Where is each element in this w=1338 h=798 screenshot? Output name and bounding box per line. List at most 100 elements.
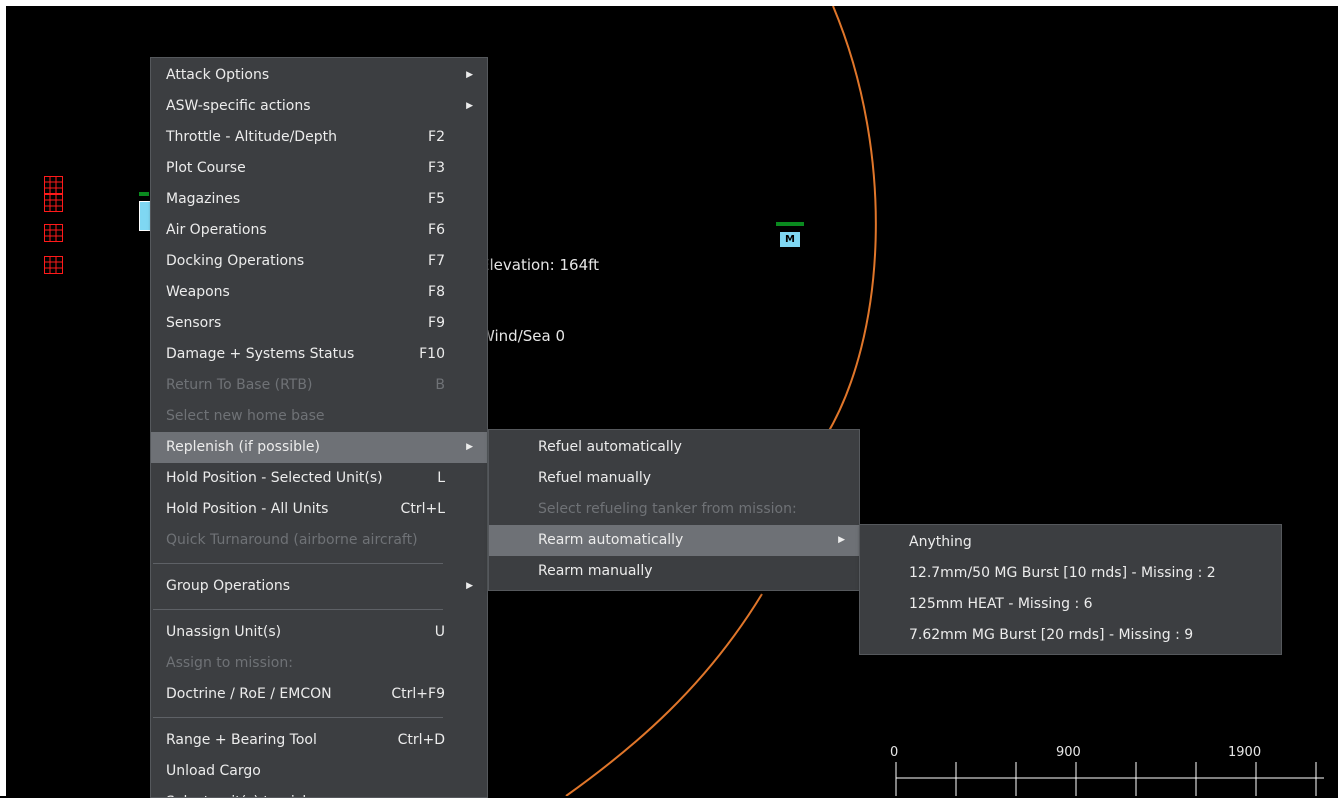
menu-item-asw-specific-actions[interactable]: ASW-specific actions ▶ (151, 91, 487, 122)
menu-item-label: 125mm HEAT - Missing : 6 (909, 596, 1093, 612)
red-facility-icon[interactable] (44, 256, 63, 274)
menu-item-shortcut: F6 (428, 222, 445, 238)
menu-item-refuel-manually[interactable]: Refuel manually (489, 463, 859, 494)
menu-item-shortcut: U (434, 624, 445, 640)
menu-item-label: Attack Options (166, 67, 270, 83)
menu-item-doctrine-roe-emcon[interactable]: Doctrine / RoE / EMCON Ctrl+F9 (151, 679, 487, 710)
rearm-submenu: Anything 12.7mm/50 MG Burst [10 rnds] - M… (859, 524, 1282, 655)
menu-item-quick-turnaround-airborne-aircraft: Quick Turnaround (airborne aircraft) (151, 525, 487, 556)
menu-item-shortcut: F7 (428, 253, 445, 269)
menu-item-group-operations[interactable]: Group Operations ▶ (151, 571, 487, 602)
menu-item-shortcut: F9 (428, 315, 445, 331)
red-facility-icon[interactable] (44, 194, 63, 212)
unit-marker[interactable]: M (773, 222, 807, 247)
menu-item-label: 12.7mm/50 MG Burst [10 rnds] - Missing :… (909, 565, 1216, 581)
menu-item-sensors[interactable]: Sensors F9 (151, 308, 487, 339)
submenu-arrow-icon: ▶ (466, 101, 473, 111)
menu-item-label: Return To Base (RTB) (166, 377, 313, 393)
submenu-arrow-icon: ▶ (838, 535, 845, 545)
unit-marker-label: M (780, 232, 800, 247)
distance-scale-bar: 0 900 1900 (890, 745, 1324, 796)
menu-item-label: Anything (909, 534, 972, 550)
menu-item-label: Air Operations (166, 222, 267, 238)
menu-item-label: Assign to mission: (166, 655, 293, 671)
elevation-label: Elevation: 164ft (480, 256, 600, 274)
menu-item-label: Quick Turnaround (airborne aircraft) (166, 532, 418, 548)
menu-item-select-refueling-tanker-from-mission: Select refueling tanker from mission: (489, 494, 859, 525)
menu-item-shortcut: F10 (419, 346, 445, 362)
menu-separator (153, 563, 443, 564)
menu-item-shortcut: L (437, 470, 445, 486)
scale-label-1900: 1900 (1228, 745, 1261, 760)
menu-item-magazines[interactable]: Magazines F5 (151, 184, 487, 215)
menu-item-label: Hold Position - Selected Unit(s) (166, 470, 383, 486)
menu-item-label: Hold Position - All Units (166, 501, 329, 517)
menu-item-replenish-if-possible[interactable]: Replenish (if possible) ▶ (151, 432, 487, 463)
wind-sea-label: Wind/Sea 0 (480, 327, 566, 345)
menu-item-label: Rearm manually (538, 563, 653, 579)
menu-item-shortcut: F3 (428, 160, 445, 176)
selected-unit-status-bar (139, 192, 149, 196)
menu-item-12-7mm-50-mg-burst-10-rnds-missing-2[interactable]: 12.7mm/50 MG Burst [10 rnds] - Missing :… (860, 558, 1281, 589)
menu-item-assign-to-mission: Assign to mission: (151, 648, 487, 679)
menu-item-125mm-heat-missing-6[interactable]: 125mm HEAT - Missing : 6 (860, 589, 1281, 620)
red-facility-icon[interactable] (44, 224, 63, 242)
menu-item-label: Refuel automatically (538, 439, 682, 455)
menu-item-7-62mm-mg-burst-20-rnds-missing-9[interactable]: 7.62mm MG Burst [20 rnds] - Missing : 9 (860, 620, 1281, 651)
menu-item-label: Range + Bearing Tool (166, 732, 317, 748)
menu-item-hold-position-selected-unit-s[interactable]: Hold Position - Selected Unit(s) L (151, 463, 487, 494)
menu-item-label: Group Operations (166, 578, 291, 594)
menu-item-shortcut: B (435, 377, 445, 393)
menu-separator (153, 609, 443, 610)
menu-item-shortcut: Ctrl+F9 (391, 686, 445, 702)
menu-item-label: Plot Course (166, 160, 246, 176)
menu-item-select-new-home-base: Select new home base (151, 401, 487, 432)
menu-item-label: Select unit(s) to pickup (166, 794, 328, 797)
scale-label-900: 900 (1056, 745, 1081, 760)
menu-item-attack-options[interactable]: Attack Options ▶ (151, 60, 487, 91)
menu-item-refuel-automatically[interactable]: Refuel automatically (489, 432, 859, 463)
menu-item-label: Sensors (166, 315, 222, 331)
menu-item-docking-operations[interactable]: Docking Operations F7 (151, 246, 487, 277)
menu-item-label: Replenish (if possible) (166, 439, 320, 455)
red-facility-icon[interactable] (44, 176, 63, 194)
menu-item-label: ASW-specific actions (166, 98, 311, 114)
submenu-arrow-icon: ▶ (466, 581, 473, 591)
menu-item-label: Unload Cargo (166, 763, 261, 779)
menu-item-select-unit-s-to-pickup[interactable]: Select unit(s) to pickup (151, 787, 487, 797)
menu-item-shortcut: F8 (428, 284, 445, 300)
menu-item-label: Select refueling tanker from mission: (538, 501, 797, 517)
menu-item-label: Weapons (166, 284, 230, 300)
menu-item-anything[interactable]: Anything (860, 527, 1281, 558)
menu-item-unassign-unit-s[interactable]: Unassign Unit(s) U (151, 617, 487, 648)
menu-item-shortcut: Ctrl+D (397, 732, 445, 748)
menu-item-label: 7.62mm MG Burst [20 rnds] - Missing : 9 (909, 627, 1194, 643)
unit-context-menu: Attack Options ▶ ASW-specific actions ▶ Thro… (150, 57, 488, 798)
menu-item-shortcut: F2 (428, 129, 445, 145)
menu-item-air-operations[interactable]: Air Operations F6 (151, 215, 487, 246)
menu-item-label: Docking Operations (166, 253, 305, 269)
unit-context-menu-items: Attack Options ▶ ASW-specific actions ▶ Thro… (151, 58, 487, 797)
menu-item-unload-cargo[interactable]: Unload Cargo (151, 756, 487, 787)
menu-item-weapons[interactable]: Weapons F8 (151, 277, 487, 308)
menu-item-hold-position-all-units[interactable]: Hold Position - All Units Ctrl+L (151, 494, 487, 525)
menu-item-shortcut: F5 (428, 191, 445, 207)
scale-label-0: 0 (890, 745, 898, 760)
menu-item-label: Select new home base (166, 408, 325, 424)
menu-item-shortcut: Ctrl+L (400, 501, 445, 517)
unit-status-bar (776, 222, 804, 226)
menu-item-rearm-automatically[interactable]: Rearm automatically ▶ (489, 525, 859, 556)
menu-item-label: Refuel manually (538, 470, 652, 486)
menu-item-label: Rearm automatically (538, 532, 684, 548)
menu-item-plot-course[interactable]: Plot Course F3 (151, 153, 487, 184)
submenu-arrow-icon: ▶ (466, 70, 473, 80)
menu-item-label: Magazines (166, 191, 241, 207)
menu-item-throttle-altitude-depth[interactable]: Throttle - Altitude/Depth F2 (151, 122, 487, 153)
submenu-arrow-icon: ▶ (466, 442, 473, 452)
menu-item-rearm-manually[interactable]: Rearm manually (489, 556, 859, 587)
menu-item-label: Unassign Unit(s) (166, 624, 282, 640)
menu-item-damage-systems-status[interactable]: Damage + Systems Status F10 (151, 339, 487, 370)
menu-item-label: Doctrine / RoE / EMCON (166, 686, 332, 702)
menu-item-range-bearing-tool[interactable]: Range + Bearing Tool Ctrl+D (151, 725, 487, 756)
menu-item-label: Throttle - Altitude/Depth (166, 129, 337, 145)
